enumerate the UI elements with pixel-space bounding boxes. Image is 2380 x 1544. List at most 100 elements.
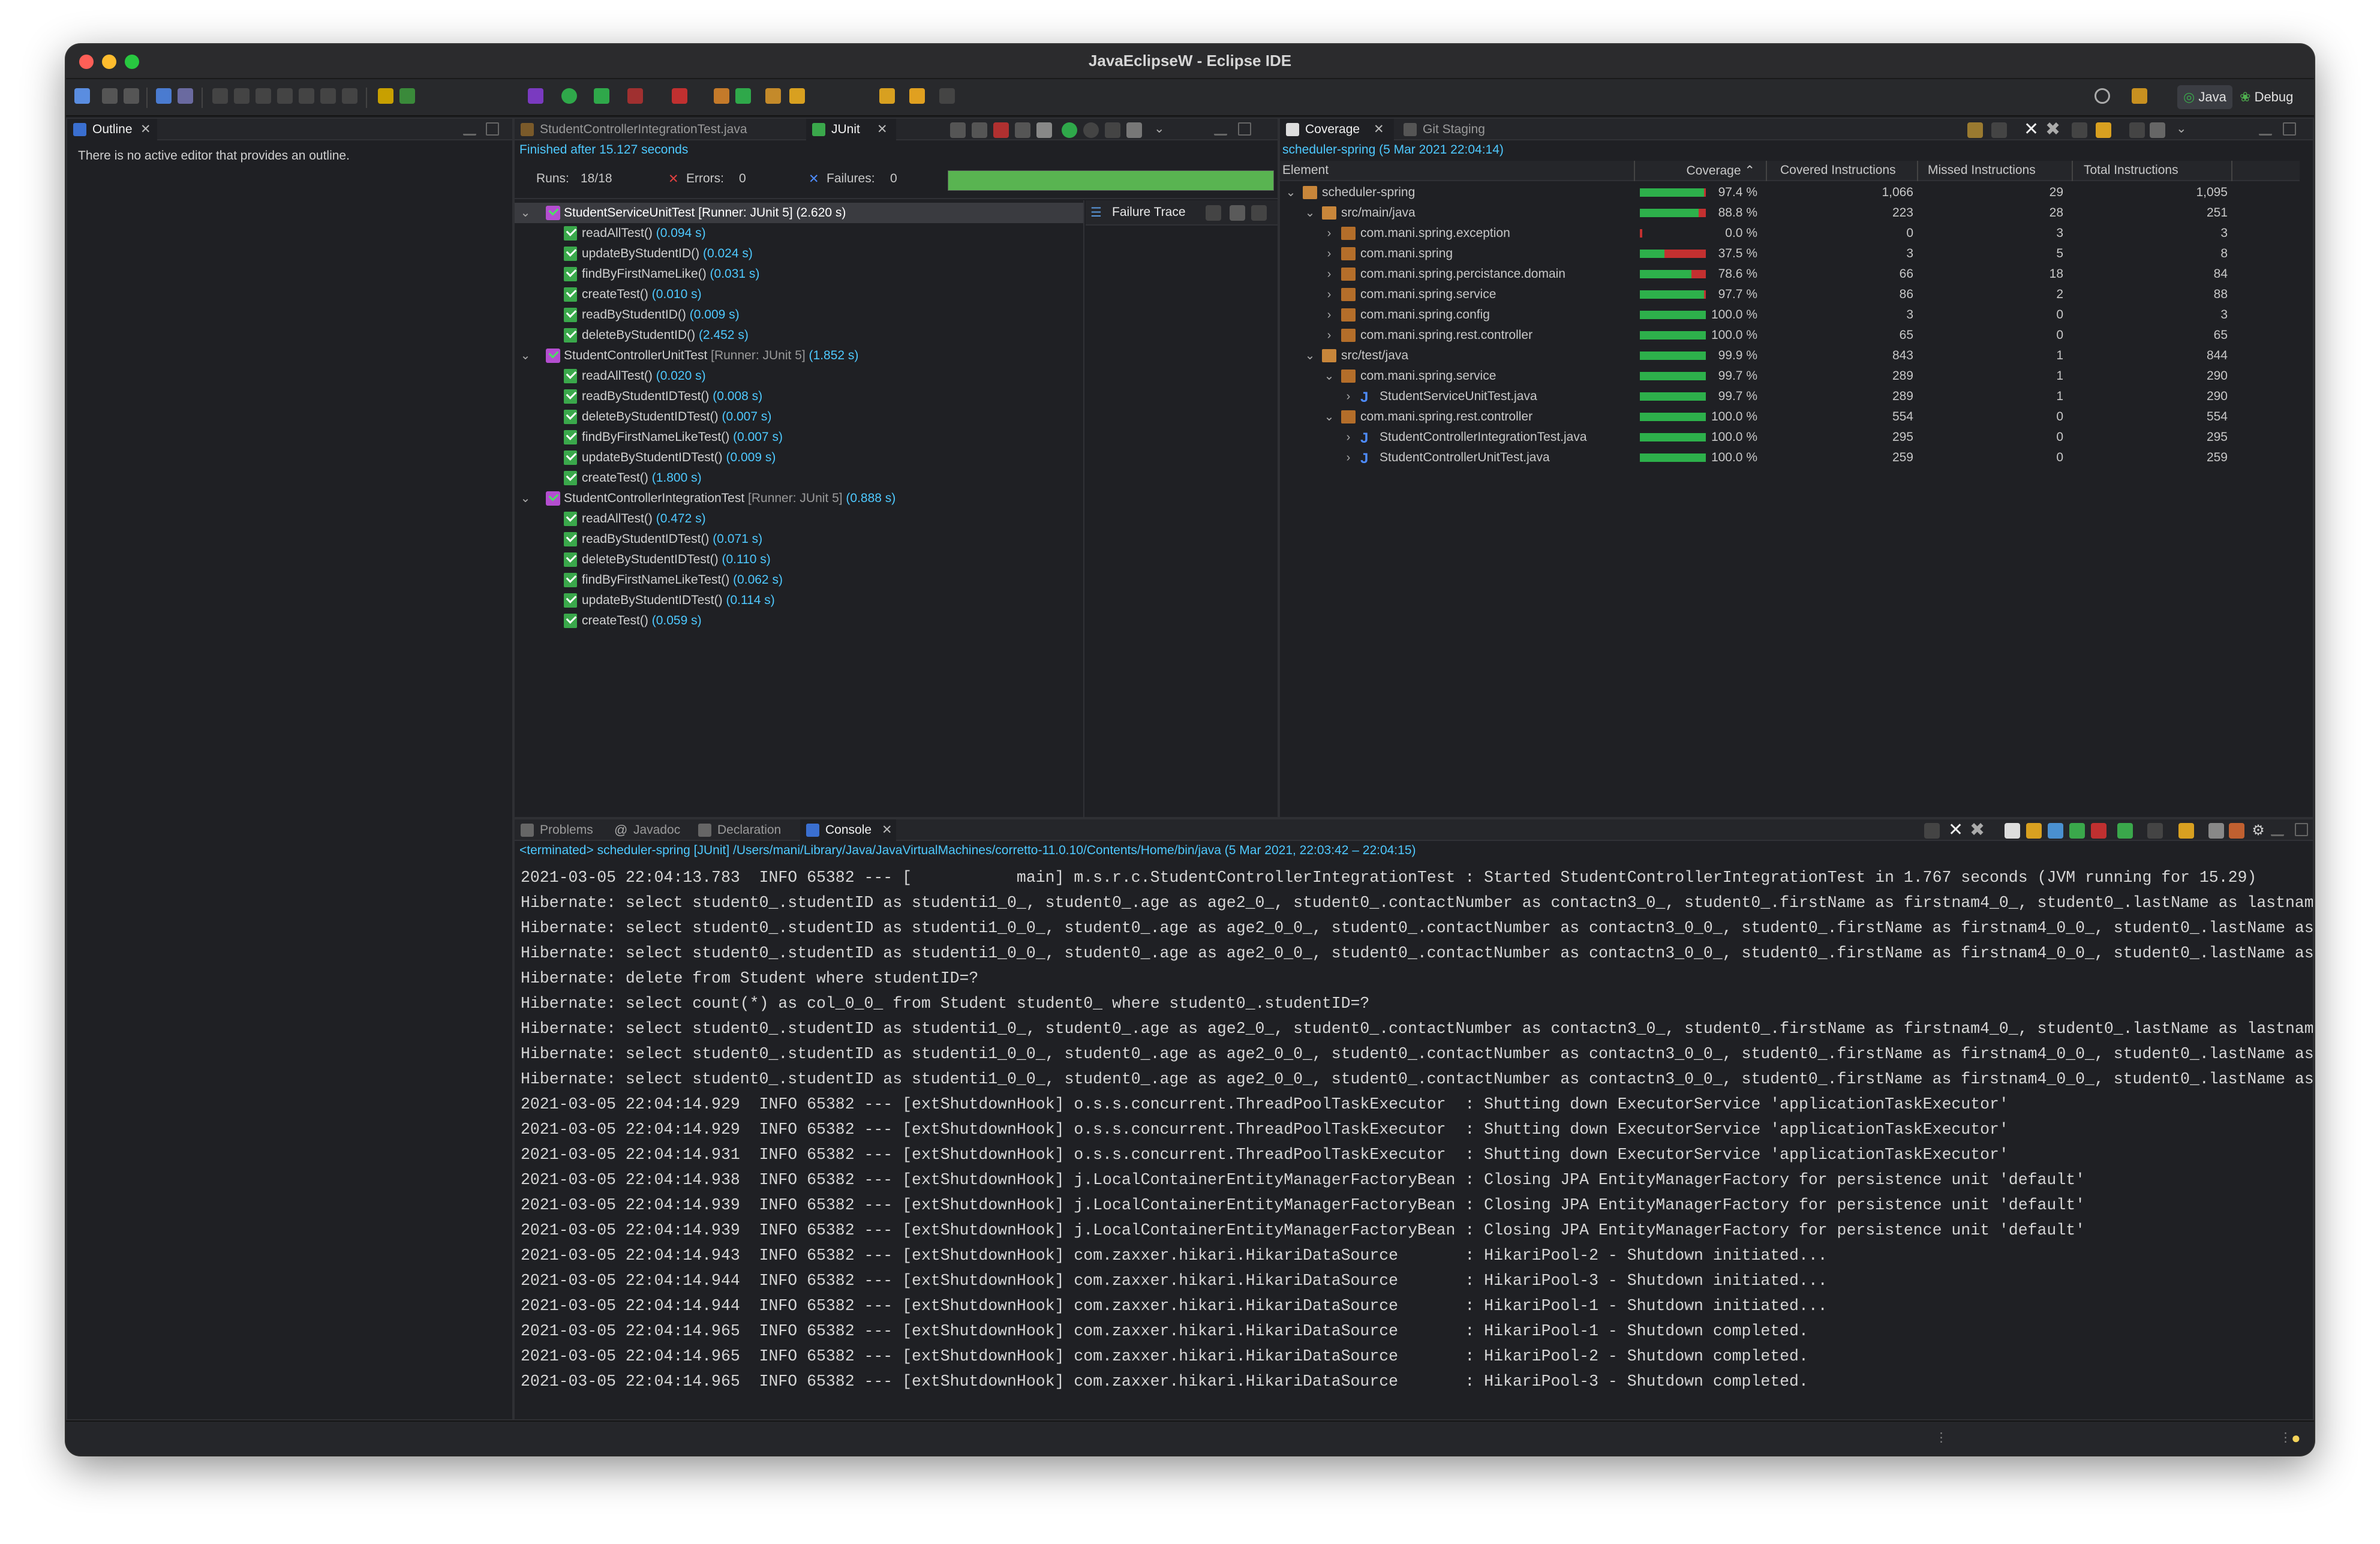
select-session-icon[interactable]: [2096, 122, 2111, 138]
show-on-stderr-icon[interactable]: [2091, 823, 2106, 839]
ansi-icon[interactable]: [2229, 823, 2244, 839]
col-coverage[interactable]: Coverage ⌃: [1634, 163, 1755, 178]
close-icon[interactable]: ✕: [140, 119, 151, 140]
close-icon[interactable]: ✕: [1374, 119, 1384, 140]
chevron-down-icon[interactable]: ⌄: [1302, 203, 1318, 223]
save-icon[interactable]: [102, 88, 118, 104]
back-icon[interactable]: [909, 88, 925, 104]
chevron-down-icon[interactable]: ⌄: [517, 488, 534, 509]
maximize-icon[interactable]: [486, 122, 499, 136]
open-perspective-icon[interactable]: [2132, 88, 2147, 104]
coverage-row[interactable]: ⌄ com.mani.spring.rest.controller 100.0 % 5…: [1280, 407, 2300, 427]
coverage-row[interactable]: › com.mani.spring.service 97.7 % 86 2 88: [1280, 284, 2300, 305]
tab-declaration[interactable]: Declaration: [692, 819, 798, 841]
disconnect-icon[interactable]: [277, 88, 293, 104]
minimize-icon[interactable]: [1214, 122, 1227, 136]
resume-icon[interactable]: [212, 88, 228, 104]
forward-icon[interactable]: [939, 88, 955, 104]
collapse-all-icon[interactable]: [2129, 122, 2145, 138]
rerun-icon[interactable]: [1062, 122, 1077, 138]
test-case-row[interactable]: deleteByStudentIDTest() (0.007 s): [515, 407, 1083, 427]
word-wrap-icon[interactable]: [2048, 823, 2063, 839]
test-suite-row[interactable]: ⌄ StudentControllerIntegrationTest [Runne…: [515, 488, 1083, 509]
coverage-row[interactable]: › com.mani.spring.rest.controller 100.0 % 6…: [1280, 325, 2300, 346]
scroll-lock-icon[interactable]: [1036, 122, 1052, 138]
test-case-row[interactable]: updateByStudentIDTest() (0.114 s): [515, 590, 1083, 611]
copy-trace-icon[interactable]: [1251, 205, 1267, 221]
tab-problems[interactable]: Problems: [515, 819, 608, 841]
chevron-right-icon[interactable]: ›: [1321, 264, 1338, 284]
skip-breakpoints-icon[interactable]: [178, 88, 193, 104]
compare-result-icon[interactable]: [1206, 205, 1221, 221]
skipped-tests-icon[interactable]: [1015, 122, 1030, 138]
terminate-icon[interactable]: [1924, 823, 1940, 839]
maximize-icon[interactable]: [2295, 823, 2308, 836]
tab-junit[interactable]: JUnit ✕: [806, 119, 896, 140]
remove-session-icon[interactable]: ✕: [2024, 119, 2039, 140]
step-into-icon[interactable]: [299, 88, 314, 104]
minimize-icon[interactable]: [2271, 823, 2284, 836]
coverage-row[interactable]: › com.mani.spring 37.5 % 3 5 8: [1280, 244, 2300, 264]
chevron-right-icon[interactable]: ›: [1321, 305, 1338, 325]
stop-icon[interactable]: [672, 88, 687, 104]
tab-coverage[interactable]: Coverage ✕: [1280, 119, 1394, 140]
coverage-row[interactable]: › com.mani.spring.percistance.domain 78.6 …: [1280, 264, 2300, 284]
maximize-icon[interactable]: [2283, 122, 2296, 136]
coverage-row[interactable]: › com.mani.spring.exception 0.0 % 0 3 3: [1280, 223, 2300, 244]
run-coverage-icon[interactable]: [594, 88, 609, 104]
search-tool-icon[interactable]: [789, 88, 805, 104]
test-case-row[interactable]: readByStudentIDTest() (0.008 s): [515, 386, 1083, 407]
minimize-icon[interactable]: [463, 122, 476, 136]
view-menu-icon[interactable]: ⌄: [1154, 121, 1165, 136]
coverage-row[interactable]: › J StudentServiceUnitTest.java 99.7 % 289 1 2…: [1280, 386, 2300, 407]
chevron-right-icon[interactable]: ›: [1321, 244, 1338, 264]
perspective-java[interactable]: ◎ Java: [2177, 85, 2232, 109]
test-case-row[interactable]: readByStudentID() (0.009 s): [515, 305, 1083, 325]
scroll-lock-icon[interactable]: [2026, 823, 2042, 839]
chevron-right-icon[interactable]: ›: [1340, 386, 1357, 407]
chevron-right-icon[interactable]: ›: [1340, 447, 1357, 468]
console-output[interactable]: 2021-03-05 22:04:13.783 INFO 65382 --- […: [515, 863, 2313, 1419]
coverage-row[interactable]: ⌄ com.mani.spring.service 99.7 % 289 1 290: [1280, 366, 2300, 386]
test-case-row[interactable]: deleteByStudentID() (2.452 s): [515, 325, 1083, 346]
test-case-row[interactable]: createTest() (1.800 s): [515, 468, 1083, 488]
col-element[interactable]: Element: [1282, 163, 1329, 178]
remove-all-sessions-icon[interactable]: ✖: [2045, 119, 2060, 140]
test-case-row[interactable]: findByFirstNameLikeTest() (0.062 s): [515, 570, 1083, 590]
tab-javadoc[interactable]: @ Javadoc: [608, 819, 692, 841]
close-icon[interactable]: ✕: [877, 119, 888, 140]
chevron-down-icon[interactable]: ⌄: [1302, 346, 1318, 366]
new-package-icon[interactable]: [714, 88, 729, 104]
step-return-icon[interactable]: [342, 88, 357, 104]
link-icon[interactable]: [2150, 122, 2165, 138]
terminal-icon[interactable]: [156, 88, 172, 104]
test-case-row[interactable]: readAllTest() (0.094 s): [515, 223, 1083, 244]
gear-icon[interactable]: ⚙: [2250, 823, 2266, 839]
test-case-row[interactable]: updateByStudentID() (0.024 s): [515, 244, 1083, 264]
dump-execution-icon[interactable]: [1991, 122, 2007, 138]
view-menu-icon[interactable]: ⌄: [2176, 121, 2187, 136]
test-case-row[interactable]: readByStudentIDTest() (0.071 s): [515, 529, 1083, 549]
history-icon[interactable]: [1126, 122, 1142, 138]
col-covered[interactable]: Covered Instructions: [1780, 163, 1896, 178]
open-type-icon[interactable]: [765, 88, 781, 104]
run-icon[interactable]: [561, 88, 577, 104]
coverage-row[interactable]: ⌄ src/main/java 88.8 % 223 28 251: [1280, 203, 2300, 223]
test-suite-row[interactable]: ⌄ StudentControllerUnitTest [Runner: JUni…: [515, 346, 1083, 366]
test-case-row[interactable]: updateByStudentIDTest() (0.009 s): [515, 447, 1083, 468]
display-console-icon[interactable]: [2147, 823, 2163, 839]
test-case-row[interactable]: findByFirstNameLikeTest() (0.007 s): [515, 427, 1083, 447]
show-on-stdout-icon[interactable]: [2069, 823, 2085, 839]
test-suite-row[interactable]: ⌄ StudentServiceUnitTest [Runner: JUnit 5…: [515, 203, 1083, 223]
remove-launch-icon[interactable]: ✕: [1948, 819, 1963, 840]
tab-editor-file[interactable]: StudentControllerIntegrationTest.java: [515, 119, 797, 140]
suspend-icon[interactable]: [234, 88, 250, 104]
filter-stack-icon[interactable]: [1230, 205, 1245, 221]
chevron-down-icon[interactable]: ⌄: [1321, 366, 1338, 386]
chevron-down-icon[interactable]: ⌄: [517, 346, 534, 366]
copy-icon[interactable]: [2208, 823, 2224, 839]
chevron-down-icon[interactable]: ⌄: [1321, 407, 1338, 427]
new-class-icon[interactable]: [735, 88, 751, 104]
perspective-debug[interactable]: ❀ Debug: [2234, 85, 2299, 109]
external-tools-icon[interactable]: [627, 88, 643, 104]
